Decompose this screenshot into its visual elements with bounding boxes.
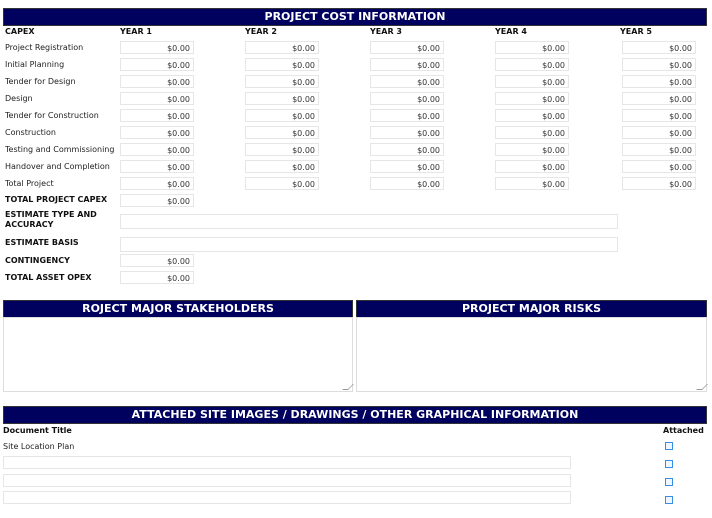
capex-year-input[interactable]: $0.00: [245, 143, 319, 156]
column-header: YEAR 1: [120, 27, 152, 36]
capex-year-input[interactable]: $0.00: [245, 41, 319, 54]
capex-year-input[interactable]: $0.00: [622, 75, 696, 88]
total-opex-label: TOTAL ASSET OPEX: [5, 273, 92, 282]
column-header: YEAR 2: [245, 27, 277, 36]
capex-year-input[interactable]: $0.00: [370, 143, 444, 156]
capex-year-input[interactable]: $0.00: [245, 109, 319, 122]
estimate-type-label: ESTIMATE TYPE AND ACCURACY: [5, 210, 97, 229]
capex-row-label: Handover and Completion: [5, 162, 110, 171]
capex-year-input[interactable]: $0.00: [495, 177, 569, 190]
capex-year-input[interactable]: $0.00: [495, 143, 569, 156]
document-title-text: Site Location Plan: [3, 442, 75, 451]
capex-year-input[interactable]: $0.00: [370, 75, 444, 88]
attachments-header: ATTACHED SITE IMAGES / DRAWINGS / OTHER …: [3, 406, 707, 424]
capex-year-input[interactable]: $0.00: [495, 58, 569, 71]
capex-year-input[interactable]: $0.00: [370, 160, 444, 173]
capex-row-label: Construction: [5, 128, 56, 137]
stakeholders-textarea[interactable]: [3, 317, 353, 392]
capex-year-input[interactable]: $0.00: [370, 126, 444, 139]
capex-year-input[interactable]: $0.00: [370, 177, 444, 190]
capex-year-input[interactable]: $0.00: [120, 109, 194, 122]
total-opex-input[interactable]: $0.00: [120, 271, 194, 284]
capex-year-input[interactable]: $0.00: [245, 160, 319, 173]
capex-year-input[interactable]: $0.00: [245, 75, 319, 88]
capex-year-input[interactable]: $0.00: [495, 41, 569, 54]
capex-year-input[interactable]: $0.00: [622, 109, 696, 122]
risks-header: PROJECT MAJOR RISKS: [356, 300, 707, 318]
document-title-header: Document Title: [3, 426, 72, 435]
attached-checkbox[interactable]: [665, 460, 673, 468]
capex-year-input[interactable]: $0.00: [120, 177, 194, 190]
capex-year-input[interactable]: $0.00: [622, 92, 696, 105]
capex-row-label: Total Project: [5, 179, 54, 188]
capex-year-input[interactable]: $0.00: [120, 126, 194, 139]
capex-row-label: Testing and Commissioning: [5, 145, 115, 154]
risks-textarea[interactable]: [356, 317, 707, 392]
capex-row-label: Project Registration: [5, 43, 84, 52]
attached-checkbox[interactable]: [665, 442, 673, 450]
capex-year-input[interactable]: $0.00: [120, 160, 194, 173]
contingency-input[interactable]: $0.00: [120, 254, 194, 267]
column-header: CAPEX: [5, 27, 35, 36]
cost-section-header: PROJECT COST INFORMATION: [3, 8, 707, 26]
capex-year-input[interactable]: $0.00: [370, 92, 444, 105]
document-title-input[interactable]: [3, 474, 571, 487]
capex-year-input[interactable]: $0.00: [245, 58, 319, 71]
capex-year-input[interactable]: $0.00: [245, 177, 319, 190]
capex-year-input[interactable]: $0.00: [622, 41, 696, 54]
capex-year-input[interactable]: $0.00: [120, 58, 194, 71]
capex-year-input[interactable]: $0.00: [622, 160, 696, 173]
column-header: YEAR 3: [370, 27, 402, 36]
capex-year-input[interactable]: $0.00: [495, 92, 569, 105]
document-title-input[interactable]: [3, 456, 571, 469]
column-header: YEAR 4: [495, 27, 527, 36]
estimate-type-input[interactable]: [120, 214, 618, 229]
capex-year-input[interactable]: $0.00: [370, 41, 444, 54]
capex-year-input[interactable]: $0.00: [120, 143, 194, 156]
document-title-input[interactable]: [3, 491, 571, 504]
estimate-basis-input[interactable]: [120, 237, 618, 252]
capex-year-input[interactable]: $0.00: [120, 92, 194, 105]
capex-year-input[interactable]: $0.00: [245, 92, 319, 105]
capex-year-input[interactable]: $0.00: [370, 109, 444, 122]
stakeholders-header: ROJECT MAJOR STAKEHOLDERS: [3, 300, 353, 318]
total-capex-label: TOTAL PROJECT CAPEX: [5, 195, 108, 204]
capex-year-input[interactable]: $0.00: [120, 41, 194, 54]
capex-row-label: Initial Planning: [5, 60, 65, 69]
capex-row-label: Tender for Design: [5, 77, 76, 86]
capex-year-input[interactable]: $0.00: [622, 143, 696, 156]
capex-row-label: Tender for Construction: [5, 111, 99, 120]
attached-checkbox[interactable]: [665, 478, 673, 486]
column-header: YEAR 5: [620, 27, 652, 36]
estimate-basis-label: ESTIMATE BASIS: [5, 238, 79, 247]
capex-year-input[interactable]: $0.00: [495, 75, 569, 88]
capex-year-input[interactable]: $0.00: [120, 75, 194, 88]
capex-year-input[interactable]: $0.00: [495, 126, 569, 139]
capex-year-input[interactable]: $0.00: [622, 58, 696, 71]
attached-checkbox[interactable]: [665, 496, 673, 504]
capex-row-label: Design: [5, 94, 33, 103]
capex-year-input[interactable]: $0.00: [622, 126, 696, 139]
capex-year-input[interactable]: $0.00: [495, 109, 569, 122]
capex-year-input[interactable]: $0.00: [495, 160, 569, 173]
contingency-label: CONTINGENCY: [5, 256, 70, 265]
total-capex-input[interactable]: $0.00: [120, 194, 194, 207]
capex-year-input[interactable]: $0.00: [245, 126, 319, 139]
capex-year-input[interactable]: $0.00: [370, 58, 444, 71]
capex-year-input[interactable]: $0.00: [622, 177, 696, 190]
attached-header: Attached: [663, 426, 704, 435]
